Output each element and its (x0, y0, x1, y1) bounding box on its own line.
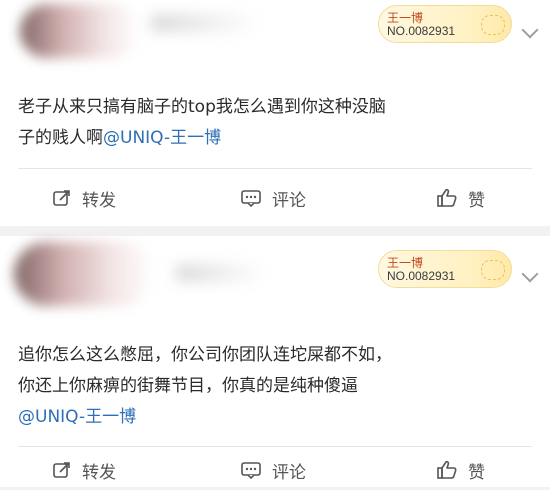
post-text-line: 你还上你麻痹的街舞节目，你真的是纯种傻逼 (18, 376, 358, 396)
comment-button[interactable]: 评论 (240, 178, 306, 218)
like-icon (437, 460, 457, 479)
repost-icon (53, 462, 70, 478)
like-button[interactable]: 赞 (436, 450, 485, 490)
badge-number: NO.0082931 (387, 24, 456, 38)
post-text: 追你怎么这么憋屈，你公司你团队连坨屎都不如， 你还上你麻痹的街舞节目，你真的是纯… (18, 340, 538, 433)
avatar[interactable] (20, 4, 140, 58)
username[interactable] (175, 264, 265, 282)
like-label: 赞 (468, 462, 485, 483)
divider (18, 168, 532, 169)
repost-label: 转发 (82, 462, 116, 483)
like-button[interactable]: 赞 (436, 178, 485, 218)
chevron-down-icon[interactable] (521, 265, 539, 283)
like-label: 赞 (468, 190, 485, 211)
avatar[interactable] (14, 242, 154, 306)
post-text-line: 追你怎么这么憋屈，你公司你团队连坨屎都不如， (18, 345, 392, 365)
badge-number: NO.0082931 (387, 269, 456, 283)
post-text-line: 老子从来只搞有脑子的top我怎么遇到你这种没脑 (18, 97, 386, 117)
post-card: 王一博 NO.0082931 老子从来只搞有脑子的top我怎么遇到你这种没脑 子… (0, 0, 550, 226)
fan-badge[interactable]: 王一博 NO.0082931 (378, 5, 512, 43)
mention-link[interactable]: @UNIQ-王一博 (18, 407, 136, 427)
mention-link[interactable]: @UNIQ-王一博 (103, 128, 221, 148)
post-text-line: 子的贱人啊@UNIQ-王一博 (18, 123, 538, 154)
chevron-down-icon[interactable] (521, 21, 539, 39)
comment-label: 评论 (272, 462, 306, 483)
username[interactable] (150, 14, 260, 32)
action-bar: 转发 评论 赞 (0, 450, 550, 490)
comment-icon (241, 462, 261, 480)
like-icon (437, 188, 457, 207)
fans-icon (481, 260, 505, 280)
repost-label: 转发 (82, 190, 116, 211)
repost-button[interactable]: 转发 (52, 450, 116, 490)
comment-icon (241, 190, 261, 208)
divider (18, 446, 532, 447)
post-text-line: @UNIQ-王一博 (18, 402, 538, 433)
fans-icon (481, 15, 505, 35)
repost-button[interactable]: 转发 (52, 178, 116, 218)
fan-badge[interactable]: 王一博 NO.0082931 (378, 250, 512, 288)
post-card: 王一博 NO.0082931 追你怎么这么憋屈，你公司你团队连坨屎都不如， 你还… (0, 236, 550, 487)
comment-button[interactable]: 评论 (240, 450, 306, 490)
post-text: 老子从来只搞有脑子的top我怎么遇到你这种没脑 子的贱人啊@UNIQ-王一博 (18, 92, 538, 154)
post-text-fragment: 子的贱人啊 (18, 128, 103, 148)
action-bar: 转发 评论 赞 (0, 178, 550, 218)
repost-icon (53, 190, 70, 206)
comment-label: 评论 (272, 190, 306, 211)
